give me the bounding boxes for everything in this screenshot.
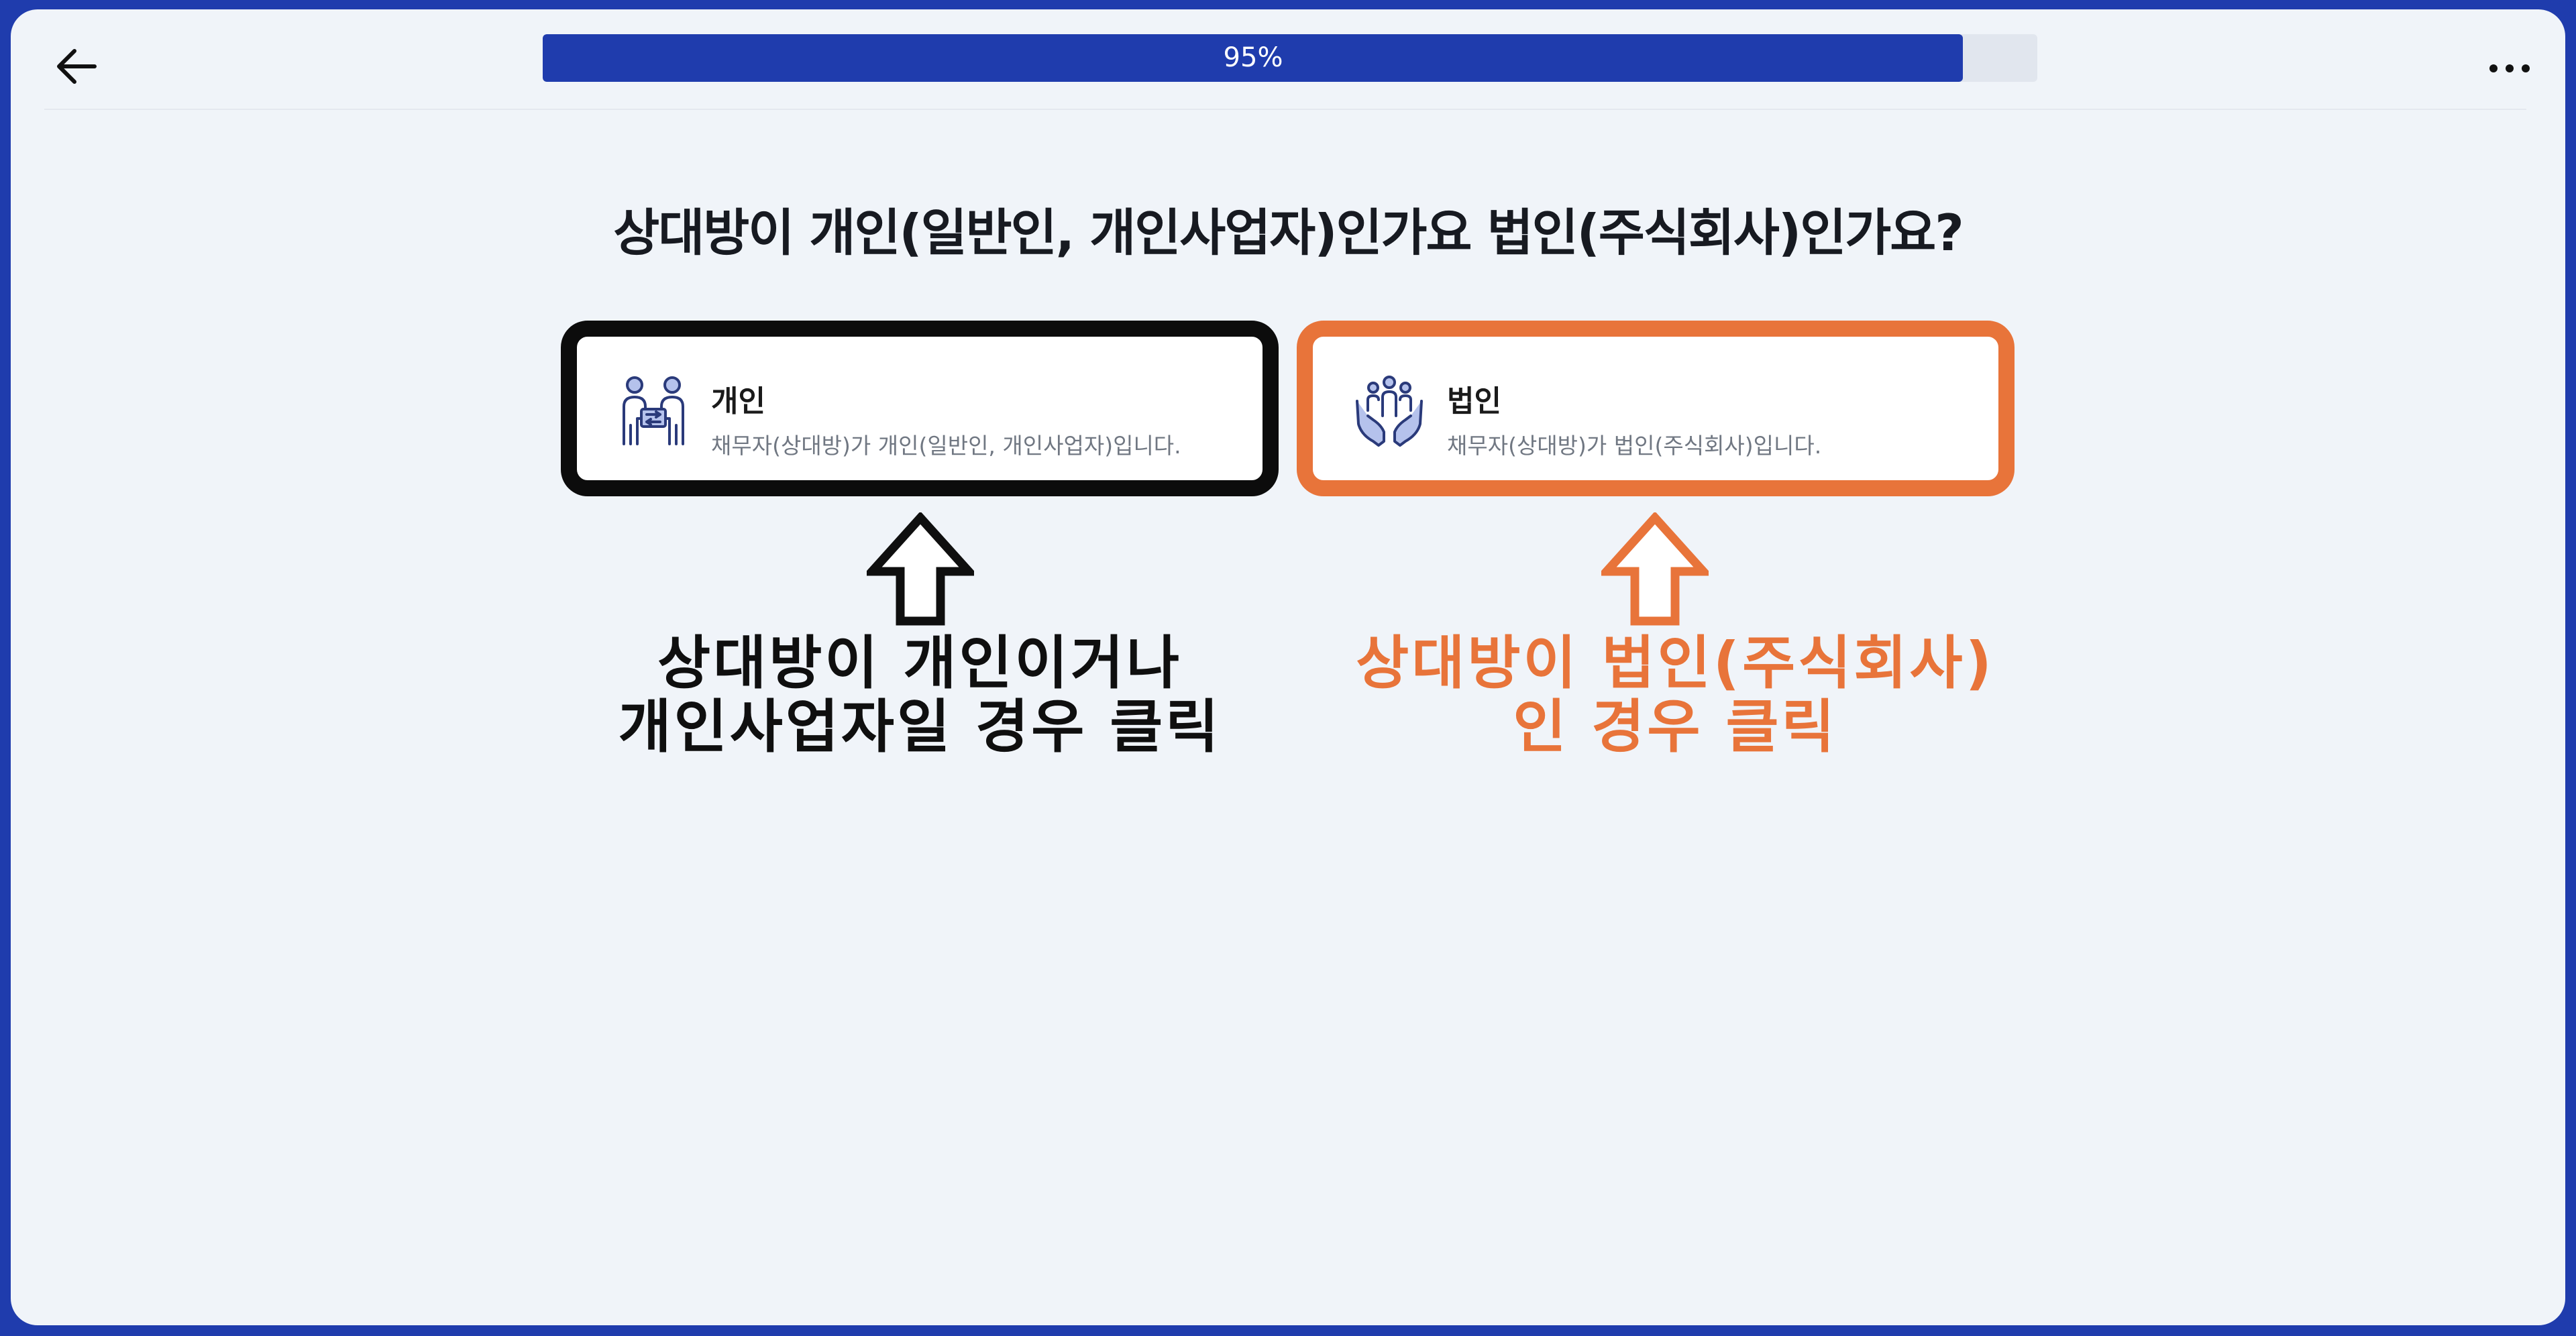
option-individual-description: 채무자(상대방)가 개인(일반인, 개인사업자)입니다. bbox=[711, 433, 1181, 459]
more-dot-icon bbox=[2506, 64, 2514, 72]
top-bar: 95% bbox=[11, 9, 2565, 110]
people-exchange-icon bbox=[623, 376, 684, 445]
arrow-left-icon bbox=[57, 49, 97, 84]
option-individual[interactable]: 개인 채무자(상대방)가 개인(일반인, 개인사업자)입니다. bbox=[561, 321, 1279, 496]
option-individual-title: 개인 bbox=[711, 384, 765, 419]
app-window: 95% 상대방이 개인(일반인, 개인사업자)인가요 법인(주식회사)인가요? bbox=[11, 9, 2565, 1325]
more-dot-icon bbox=[2522, 64, 2530, 72]
more-options-button[interactable] bbox=[2479, 48, 2540, 89]
option-corporate[interactable]: 법인 채무자(상대방)가 법인(주식회사)입니다. bbox=[1297, 321, 2015, 496]
annotation-individual-line-1: 상대방이 개인이거나 bbox=[657, 630, 1183, 697]
annotation-corporate-line-1: 상대방이 법인(주식회사) bbox=[1356, 630, 1994, 697]
header-divider bbox=[44, 109, 2526, 110]
progress-bar: 95% bbox=[543, 34, 2037, 82]
more-dot-icon bbox=[2489, 64, 2498, 72]
annotation-individual: 상대방이 개인이거나 개인사업자일 경우 클릭 bbox=[484, 632, 1356, 759]
annotation-corporate-line-2: 인 경우 클릭 bbox=[1513, 693, 1837, 761]
question-title: 상대방이 개인(일반인, 개인사업자)인가요 법인(주식회사)인가요? bbox=[613, 203, 1964, 262]
annotation-individual-line-2: 개인사업자일 경우 클릭 bbox=[618, 693, 1222, 761]
arrow-up-icon bbox=[1601, 512, 1709, 626]
progress-label: 95% bbox=[1223, 42, 1283, 73]
arrow-up-icon bbox=[867, 512, 974, 626]
back-button[interactable] bbox=[48, 36, 108, 97]
annotation-corporate: 상대방이 법인(주식회사) 인 경우 클릭 bbox=[1239, 632, 2111, 759]
option-corporate-title: 법인 bbox=[1447, 384, 1501, 419]
hands-group-icon bbox=[1356, 376, 1423, 447]
option-corporate-description: 채무자(상대방)가 법인(주식회사)입니다. bbox=[1447, 433, 1822, 459]
